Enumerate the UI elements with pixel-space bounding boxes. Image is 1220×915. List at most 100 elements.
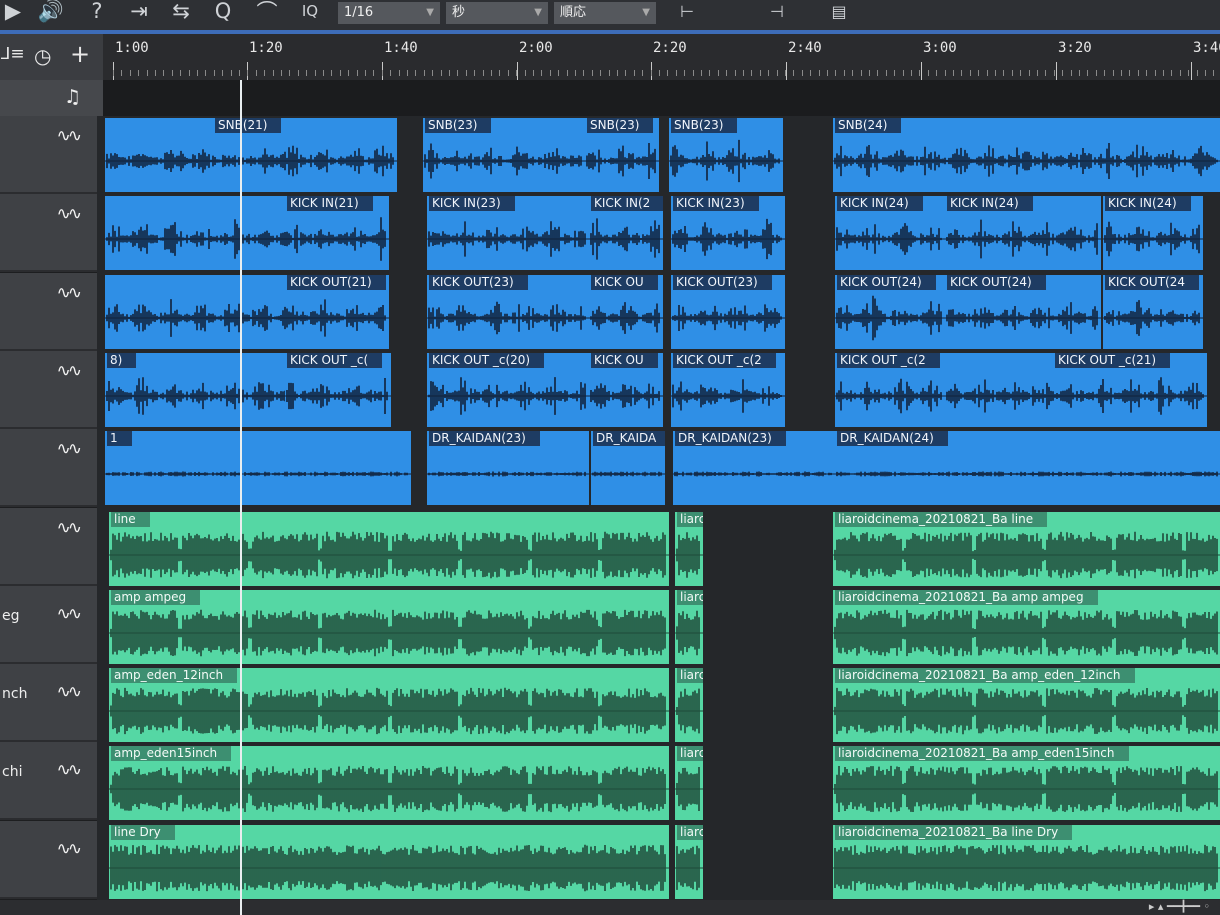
track-header[interactable]: ∿∿ — [0, 273, 97, 351]
track-header[interactable]: nch ∿∿ — [0, 664, 97, 742]
mixer-icon[interactable]: ▤ — [822, 0, 856, 26]
speaker-icon[interactable]: 🔊 — [34, 0, 68, 26]
wifi-icon[interactable]: ⌒ — [250, 0, 284, 26]
drum-audio-clip[interactable]: KICK IN(21) — [105, 196, 389, 270]
track-header[interactable]: ∿∿ — [0, 194, 97, 272]
bass-audio-clip[interactable]: liarc — [675, 512, 703, 586]
ruler-minor-tick — [323, 70, 324, 76]
drum-audio-clip[interactable]: KICK IN(24) — [835, 196, 945, 270]
track-header[interactable]: eg ∿∿ — [0, 586, 97, 664]
ruler-minor-tick — [667, 70, 668, 76]
drum-audio-clip[interactable]: KICK OUT _c(2 — [835, 353, 945, 427]
drum-audio-clip[interactable]: KICK OUT(24 — [1103, 275, 1203, 349]
drum-audio-clip[interactable]: KICK IN(23) — [671, 196, 785, 270]
ruler-minor-tick — [978, 70, 979, 76]
drum-audio-clip[interactable]: KICK OUT(24) — [835, 275, 945, 349]
drum-audio-clip[interactable]: KICK OUT _c(21) — [945, 353, 1207, 427]
clip-label: 1 — [107, 431, 132, 446]
loop-icon[interactable]: ⇆ — [164, 0, 198, 26]
bass-audio-clip[interactable]: amp_eden15inch — [109, 746, 669, 820]
track-header[interactable]: ∿∿ — [0, 116, 97, 194]
bass-audio-clip[interactable]: liaroidcinema_20210821_Ba amp_eden15inch — [833, 746, 1220, 820]
bass-audio-clip[interactable]: liarc — [675, 825, 703, 899]
audio-track-icon: ∿∿ — [56, 283, 82, 303]
tool-icon[interactable]: ▶ — [0, 0, 30, 26]
quantize-select[interactable]: 1/16 ▼ — [338, 2, 440, 24]
drum-audio-clip[interactable]: 1 — [105, 431, 411, 505]
drum-audio-clip[interactable]: DR_KAIDA — [591, 431, 665, 505]
drum-audio-clip[interactable]: KICK IN(24) — [945, 196, 1101, 270]
bass-audio-clip[interactable]: liarc — [675, 668, 703, 742]
ruler-minor-tick — [995, 70, 996, 76]
drum-audio-clip[interactable]: KICK IN(24) — [1103, 196, 1203, 270]
ruler-minor-tick — [1104, 70, 1105, 76]
bass-audio-clip[interactable]: liarc — [675, 746, 703, 820]
drum-audio-clip[interactable]: SNB(23) — [669, 118, 783, 192]
follow-icon[interactable]: ⇥ — [122, 0, 156, 26]
ruler-minor-tick — [222, 70, 223, 76]
ruler-minor-tick — [709, 70, 710, 76]
bass-audio-clip[interactable]: liaroidcinema_20210821_Ba amp ampeg — [833, 590, 1220, 664]
marker-lane[interactable]: ♫ — [0, 80, 1220, 116]
list-icon[interactable]: ᒧ≡ — [0, 44, 25, 64]
audio-track-icon: ∿∿ — [56, 439, 82, 459]
drum-audio-clip[interactable]: KICK OUT(23) — [671, 275, 785, 349]
ruler-minor-tick — [768, 70, 769, 76]
help-icon[interactable]: ? — [80, 0, 114, 26]
drum-audio-clip[interactable]: SNB(24) — [833, 118, 1220, 192]
bass-audio-clip[interactable]: line — [109, 512, 669, 586]
snap-mode-select[interactable]: 順応 ▼ — [554, 2, 656, 24]
ruler-minor-tick — [499, 70, 500, 76]
track-header[interactable]: chi ∿∿ — [0, 742, 97, 820]
nudge-right-icon[interactable]: ⊣ — [760, 0, 794, 26]
zoom-slider-icon[interactable]: ▸ ▴ ━━╋━━ ◦ — [1149, 900, 1210, 913]
bass-audio-clip[interactable]: amp_eden_12inch — [109, 668, 669, 742]
drum-audio-clip[interactable]: SNB(23) — [585, 118, 659, 192]
bass-audio-clip[interactable]: amp ampeg — [109, 590, 669, 664]
ruler-minor-tick — [365, 70, 366, 76]
drum-audio-clip[interactable]: SNB(23) — [423, 118, 585, 192]
ruler-minor-tick — [1146, 70, 1147, 76]
drum-audio-clip[interactable]: SNB(21) — [105, 118, 397, 192]
bass-audio-clip[interactable]: liarc — [675, 590, 703, 664]
arrange-view[interactable]: SNB(21) SNB(23) SNB(23) SNB(23) SNB(24) KICK … — [97, 116, 1220, 915]
drum-audio-clip[interactable]: KICK OUT _c(2 — [671, 353, 785, 427]
clip-label: KICK OUT _c(20) — [429, 353, 545, 368]
ruler-minor-tick — [113, 70, 114, 76]
track-header[interactable]: ∿∿ — [0, 821, 97, 899]
drum-audio-clip[interactable]: DR_KAIDAN(23) — [427, 431, 589, 505]
drum-audio-clip[interactable]: DR_KAIDAN(24) — [835, 431, 1220, 505]
drum-audio-clip[interactable]: KICK IN(23) — [427, 196, 589, 270]
track-header[interactable]: ∿∿ — [0, 351, 97, 429]
drum-audio-clip[interactable]: KICK OU — [589, 353, 663, 427]
bass-audio-clip[interactable]: liaroidcinema_20210821_Ba line — [833, 512, 1220, 586]
ruler-major-tick — [517, 62, 518, 80]
clip-label: liaroidcinema_20210821_Ba line Dry — [835, 825, 1073, 840]
drum-audio-clip[interactable]: DR_KAIDAN(23) — [673, 431, 835, 505]
bass-audio-clip[interactable]: liaroidcinema_20210821_Ba line Dry — [833, 825, 1220, 899]
ruler-minor-tick — [205, 70, 206, 76]
drum-audio-clip[interactable]: KICK OUT _c( — [285, 353, 391, 427]
ruler-minor-tick — [777, 70, 778, 76]
nudge-left-icon[interactable]: ⊢ — [670, 0, 704, 26]
iq-icon[interactable]: IQ — [293, 0, 327, 26]
ruler-minor-tick — [743, 70, 744, 76]
timeline-ruler[interactable]: 1:00 1:20 1:40 2:00 2:20 2:40 3:00 3:20 3:40 — [103, 34, 1220, 80]
bass-audio-clip[interactable]: line Dry — [109, 825, 669, 899]
clock-icon[interactable]: ◷ — [34, 44, 51, 68]
add-track-icon[interactable]: + — [70, 40, 90, 68]
drum-audio-clip[interactable]: KICK OU — [589, 275, 663, 349]
ruler-minor-tick — [407, 70, 408, 76]
drum-audio-clip[interactable]: KICK IN(2 — [589, 196, 663, 270]
ruler-minor-tick — [315, 70, 316, 76]
drum-audio-clip[interactable]: KICK OUT(24) — [945, 275, 1101, 349]
timebase-select[interactable]: 秒 ▼ — [446, 2, 548, 24]
playhead[interactable] — [240, 80, 242, 915]
drum-audio-clip[interactable]: KICK OUT _c(20) — [427, 353, 589, 427]
bass-audio-clip[interactable]: liaroidcinema_20210821_Ba amp_eden_12inc… — [833, 668, 1220, 742]
drum-audio-clip[interactable]: KICK OUT(23) — [427, 275, 589, 349]
drum-audio-clip[interactable]: KICK OUT(21) — [105, 275, 389, 349]
track-header[interactable]: ∿∿ — [0, 508, 97, 586]
q-icon[interactable]: Q — [206, 0, 240, 26]
track-header[interactable]: ∿∿ — [0, 429, 97, 507]
